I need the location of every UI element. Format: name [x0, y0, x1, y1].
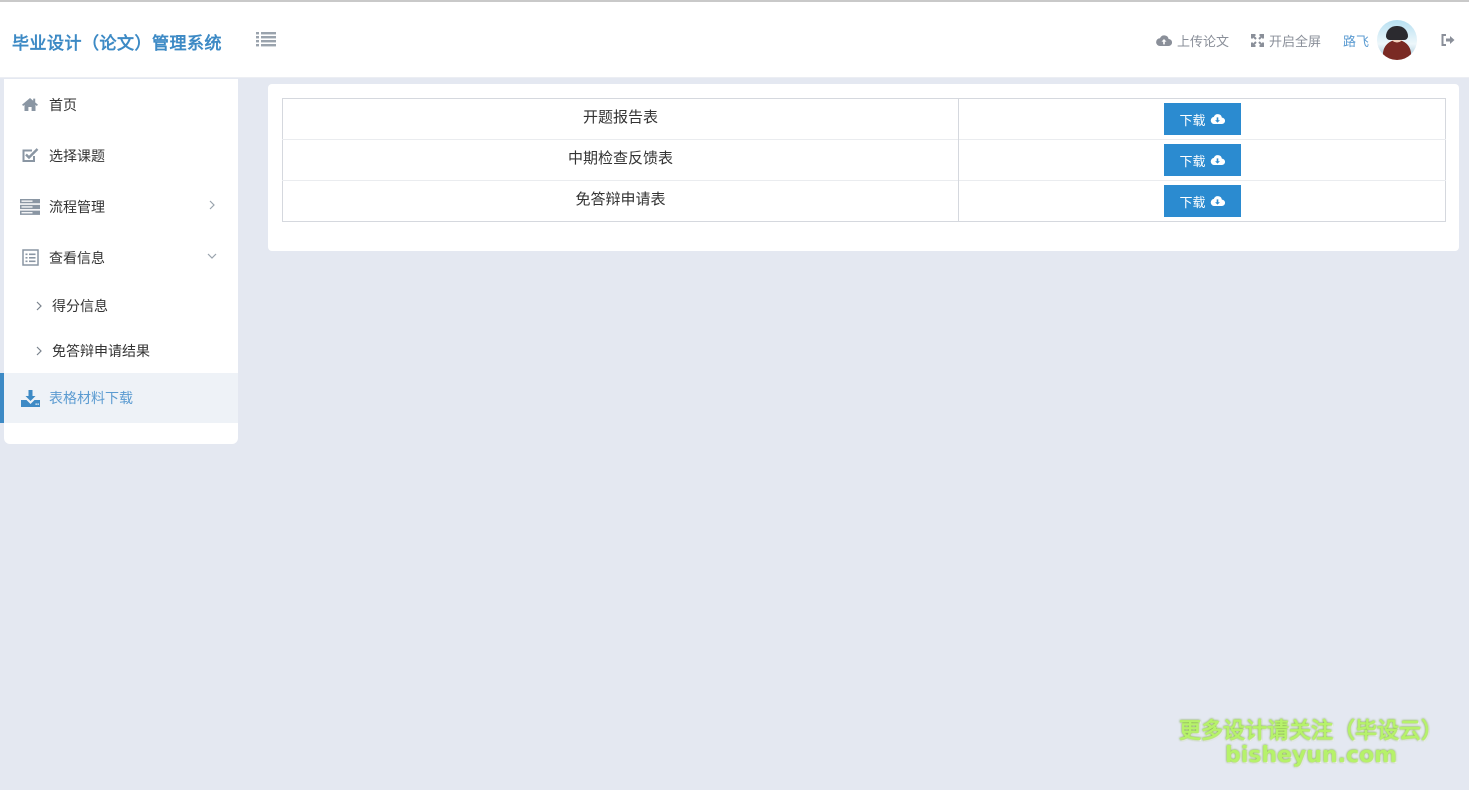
sidebar-subitem-score[interactable]: 得分信息 [4, 283, 238, 328]
sidebar-item-process[interactable]: 流程管理 [4, 181, 238, 232]
sidebar-item-label: 查看信息 [49, 250, 105, 267]
downloads-panel: 开题报告表 下载 中期检查反馈表 下载 免答辩申请表 下载 [268, 84, 1459, 251]
action-cell: 下载 [959, 99, 1446, 140]
fullscreen-label: 开启全屏 [1268, 34, 1321, 50]
action-cell: 下载 [958, 180, 1446, 222]
sidebar-item-label: 表格材料下载 [49, 391, 133, 407]
list-alt-icon [20, 248, 40, 268]
cloud-download-icon [1210, 196, 1225, 207]
sidebar-item-home[interactable]: 首页 [4, 79, 238, 130]
home-icon [20, 95, 40, 115]
downloads-table: 开题报告表 下载 中期检查反馈表 下载 免答辩申请表 下载 [282, 98, 1446, 222]
download-icon [20, 388, 40, 408]
sidebar-subitem-label: 得分信息 [52, 298, 108, 315]
download-button[interactable]: 下载 [1163, 103, 1241, 135]
download-button-label: 下载 [1179, 113, 1206, 129]
form-name: 中期检查反馈表 [282, 139, 959, 181]
sidebar: 首页 选择课题 流程管理 查看信息 得分信息 免答辩申请结果 表格材料下载 [0, 79, 238, 444]
top-header: 毕业设计（论文）管理系统 上传论文 开启全屏 路飞 [0, 2, 1469, 78]
sidebar-subitem-label: 免答辩申请结果 [52, 343, 150, 360]
download-button-label: 下载 [1179, 195, 1206, 211]
form-name: 开题报告表 [282, 98, 959, 140]
user-name: 路飞 [1342, 34, 1369, 50]
sidebar-subitem-exemption-result[interactable]: 免答辩申请结果 [4, 328, 238, 373]
fullscreen-button[interactable]: 开启全屏 [1250, 31, 1321, 50]
table-row: 开题报告表 下载 [282, 98, 1446, 140]
check-square-icon [20, 146, 40, 166]
cloud-download-icon [1210, 114, 1225, 125]
chevron-right-icon [36, 346, 42, 355]
sidebar-item-label: 流程管理 [49, 199, 105, 216]
chevron-right-icon [209, 200, 215, 210]
sidebar-item-view-info[interactable]: 查看信息 [4, 232, 238, 283]
app-title: 毕业设计（论文）管理系统 [12, 34, 222, 54]
user-menu[interactable]: 路飞 [1343, 20, 1417, 60]
header-actions: 上传论文 开启全屏 路飞 [1156, 20, 1469, 60]
watermark: 更多设计请关注（毕设云） bisheyun.com [1179, 713, 1443, 768]
sidebar-item-select-topic[interactable]: 选择课题 [4, 130, 238, 181]
expand-icon [1250, 33, 1264, 47]
download-button-label: 下载 [1179, 154, 1206, 170]
download-button[interactable]: 下载 [1163, 185, 1241, 217]
list-menu-icon[interactable] [256, 31, 276, 47]
chevron-right-icon [36, 301, 42, 310]
cloud-upload-icon [1156, 34, 1172, 46]
watermark-text: 更多设计请关注（毕设云） [1178, 719, 1443, 744]
logout-button[interactable] [1441, 34, 1455, 46]
chevron-down-icon [207, 253, 217, 259]
action-cell: 下载 [958, 139, 1446, 181]
upload-paper-label: 上传论文 [1176, 34, 1229, 50]
form-name: 免答辩申请表 [282, 180, 959, 222]
table-row: 免答辩申请表 下载 [282, 180, 1446, 222]
table-row: 中期检查反馈表 下载 [282, 139, 1446, 181]
sidebar-item-label: 选择课题 [49, 148, 105, 165]
download-button[interactable]: 下载 [1163, 144, 1241, 176]
server-icon [20, 197, 40, 217]
sidebar-item-label: 首页 [49, 97, 77, 114]
cloud-download-icon [1210, 155, 1225, 166]
watermark-url: bisheyun.com [1224, 743, 1398, 768]
avatar [1377, 20, 1417, 60]
sign-out-icon [1441, 34, 1455, 46]
sidebar-item-forms-download[interactable]: 表格材料下载 [0, 373, 238, 423]
upload-paper-button[interactable]: 上传论文 [1156, 31, 1229, 50]
